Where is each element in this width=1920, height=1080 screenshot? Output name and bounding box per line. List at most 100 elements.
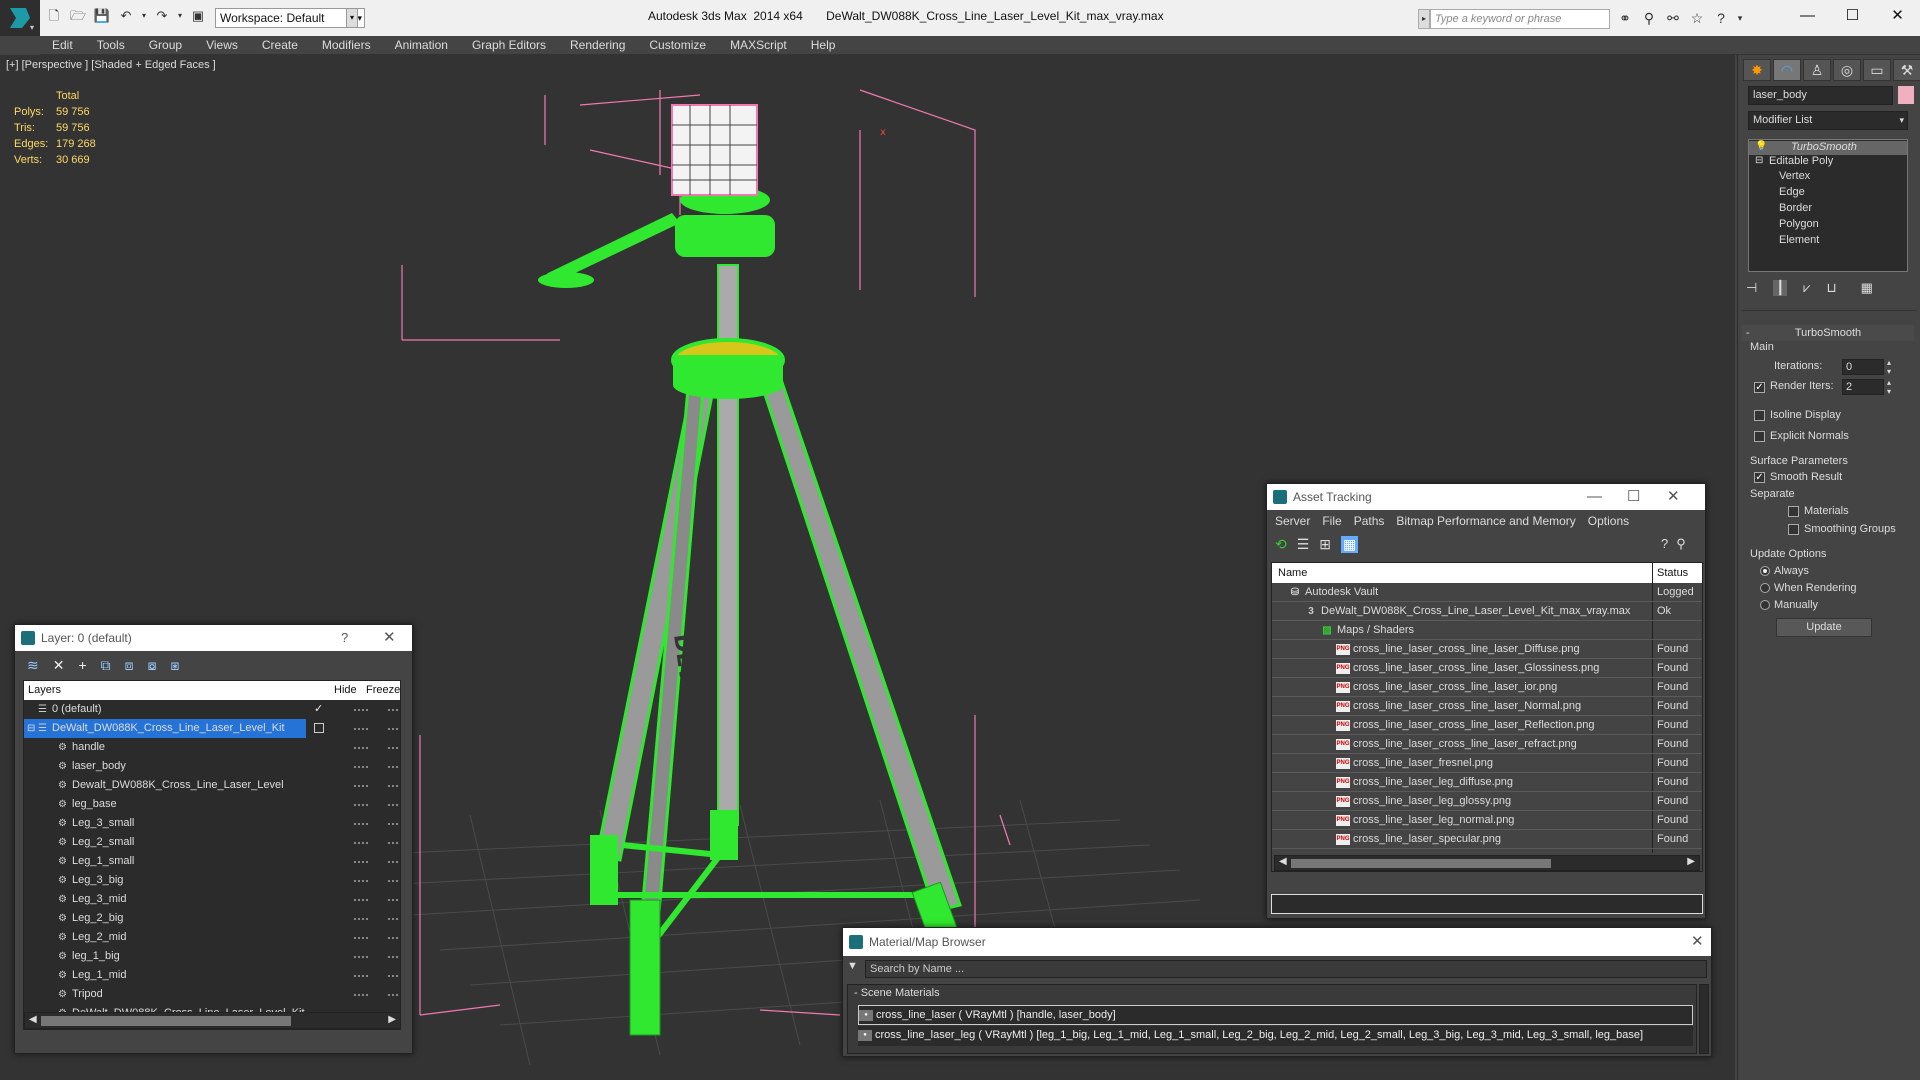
- grid-view-icon[interactable]: ▦: [1341, 536, 1359, 553]
- stack-item-vertex[interactable]: Vertex: [1779, 170, 1810, 182]
- hide-toggle[interactable]: [354, 956, 368, 960]
- select-objects-icon[interactable]: ⧉: [101, 657, 111, 674]
- search-input[interactable]: Type a keyword or phrase: [1430, 9, 1610, 29]
- freeze-toggle[interactable]: [388, 994, 400, 998]
- stack-item-polygon[interactable]: Polygon: [1779, 218, 1819, 230]
- menu-tools[interactable]: Tools: [85, 36, 137, 55]
- menu-modifiers[interactable]: Modifiers: [310, 36, 383, 55]
- hide-toggle[interactable]: [354, 747, 368, 751]
- browser-options-icon[interactable]: ▼: [847, 960, 861, 976]
- current-layer-check-icon[interactable]: ✓: [314, 700, 323, 719]
- table-view-icon[interactable]: ⊞: [1319, 536, 1331, 553]
- show-end-result-icon[interactable]: ┃: [1773, 280, 1788, 296]
- menu-animation[interactable]: Animation: [383, 36, 460, 55]
- menu-customize[interactable]: Customize: [637, 36, 718, 55]
- display-tab-icon[interactable]: ▭: [1863, 59, 1891, 81]
- viewport-label[interactable]: [+] [Perspective ] [Shaded + Edged Faces…: [6, 59, 216, 71]
- asset-row[interactable]: ▨ Maps / Shaders: [1272, 621, 1702, 640]
- close-icon[interactable]: ✕: [383, 625, 396, 651]
- help-icon[interactable]: ?: [1712, 9, 1730, 27]
- menu-graph-editors[interactable]: Graph Editors: [460, 36, 558, 55]
- layer-row[interactable]: ⚙ Dewalt_DW088K_Cross_Line_Laser_Level: [24, 776, 400, 795]
- asset-path-field[interactable]: [1271, 894, 1703, 914]
- freeze-toggle[interactable]: [388, 956, 400, 960]
- close-icon[interactable]: ✕: [1875, 4, 1920, 28]
- column-layers[interactable]: Layers: [28, 681, 61, 700]
- spinner-arrows-icon[interactable]: ▴ ▾: [1887, 358, 1891, 376]
- workspace-dropdown-button[interactable]: ▾: [346, 8, 358, 28]
- new-file-icon[interactable]: 🗋: [44, 6, 64, 26]
- layer-row[interactable]: ⚙ leg_1_big: [24, 947, 400, 966]
- layer-row[interactable]: ⚙ Leg_3_mid: [24, 890, 400, 909]
- scroll-right-icon[interactable]: ▶: [1687, 856, 1695, 867]
- menu-rendering[interactable]: Rendering: [558, 36, 637, 55]
- freeze-all-layers-icon[interactable]: ⧆: [170, 657, 179, 674]
- material-item[interactable]: ● cross_line_laser ( VRayMtl ) [handle, l…: [858, 1005, 1693, 1025]
- explicit-normals-checkbox[interactable]: [1754, 431, 1765, 442]
- freeze-toggle[interactable]: [388, 918, 400, 922]
- pin-stack-icon[interactable]: ⊣: [1746, 280, 1757, 296]
- modifier-list-dropdown[interactable]: Modifier List ▾: [1748, 111, 1908, 130]
- stack-item-edge[interactable]: Edge: [1779, 186, 1805, 198]
- app-menu-button[interactable]: ▾: [0, 0, 40, 36]
- layer-row[interactable]: ⚙ Leg_1_mid: [24, 966, 400, 985]
- menu-help[interactable]: Help: [799, 36, 848, 55]
- layer-row[interactable]: ⊟ ☰ DeWalt_DW088K_Cross_Line_Laser_Level_K…: [24, 719, 400, 738]
- freeze-toggle[interactable]: [388, 766, 400, 770]
- material-browser-titlebar[interactable]: Material/Map Browser ✕: [843, 928, 1711, 956]
- help-icon[interactable]: ?: [341, 625, 348, 651]
- undo-icon[interactable]: ↶: [116, 6, 136, 26]
- close-icon[interactable]: ✕: [1667, 484, 1680, 510]
- freeze-toggle[interactable]: [388, 899, 400, 903]
- asset-row[interactable]: 3 DeWalt_DW088K_Cross_Line_Laser_Level_Ki…: [1272, 602, 1702, 621]
- freeze-toggle[interactable]: [388, 823, 400, 827]
- layer-row[interactable]: ☰ 0 (default) ✓: [24, 700, 400, 719]
- close-icon[interactable]: ✕: [1691, 928, 1704, 956]
- hide-toggle[interactable]: [354, 804, 368, 808]
- spinner-arrows-icon[interactable]: ▴ ▾: [1887, 378, 1891, 396]
- layer-row[interactable]: ⚙ Leg_2_mid: [24, 928, 400, 947]
- menu-edit[interactable]: Edit: [40, 36, 85, 55]
- search-expand-icon[interactable]: ▸: [1418, 9, 1430, 29]
- scrollbar-thumb[interactable]: [41, 1016, 291, 1026]
- asset-row[interactable]: PNG cross_line_laser_leg_normal.png Found: [1272, 811, 1702, 830]
- freeze-toggle[interactable]: [388, 880, 400, 884]
- separate-smoothing-groups-checkbox[interactable]: [1788, 524, 1799, 535]
- asset-row[interactable]: PNG cross_line_laser_fresnel.png Found: [1272, 754, 1702, 773]
- hide-toggle[interactable]: [354, 766, 368, 770]
- make-current-checkbox[interactable]: [314, 723, 324, 733]
- turbosmooth-rollout-header[interactable]: - TurboSmooth: [1742, 325, 1914, 341]
- remove-modifier-icon[interactable]: ⊔: [1827, 280, 1837, 296]
- asset-row[interactable]: PNG cross_line_laser_specular.png Found: [1272, 830, 1702, 849]
- maximize-icon[interactable]: ☐: [1627, 484, 1640, 510]
- iterations-spinner[interactable]: 0: [1842, 359, 1884, 375]
- column-status[interactable]: Status: [1657, 563, 1688, 583]
- freeze-toggle[interactable]: [388, 747, 400, 751]
- subscription-center-icon[interactable]: ⚲: [1640, 9, 1658, 27]
- freeze-toggle[interactable]: [388, 785, 400, 789]
- asset-list[interactable]: Name Status ⛁ Autodesk Vault Logged 3 DeWalt…: [1271, 562, 1703, 872]
- save-icon[interactable]: 💾: [92, 6, 112, 26]
- asset-row[interactable]: PNG cross_line_laser_cross_line_laser_Dif…: [1272, 640, 1702, 659]
- menu-options[interactable]: Options: [1588, 512, 1629, 530]
- scroll-right-icon[interactable]: ▶: [388, 1014, 396, 1025]
- communication-center-icon[interactable]: ⚯: [1664, 9, 1682, 27]
- help-icon[interactable]: ?: [1661, 536, 1668, 552]
- freeze-toggle[interactable]: [388, 804, 400, 808]
- help-dropdown-icon[interactable]: ▾: [1736, 9, 1744, 27]
- refresh-icon[interactable]: ⟲: [1275, 536, 1287, 553]
- collapse-icon[interactable]: ⊟: [27, 719, 35, 738]
- binoculars-icon[interactable]: ⚭: [1616, 9, 1634, 27]
- menu-bitmap-performance[interactable]: Bitmap Performance and Memory: [1396, 512, 1575, 530]
- hide-toggle[interactable]: [354, 861, 368, 865]
- scroll-left-icon[interactable]: ◀: [29, 1014, 37, 1025]
- column-hide[interactable]: Hide: [334, 681, 357, 700]
- asset-row[interactable]: ⛁ Autodesk Vault Logged: [1272, 583, 1702, 602]
- layer-row[interactable]: ⚙ handle: [24, 738, 400, 757]
- object-color-swatch[interactable]: [1898, 86, 1914, 104]
- material-search-input[interactable]: Search by Name ...: [865, 960, 1707, 978]
- maximize-icon[interactable]: ☐: [1830, 4, 1875, 28]
- layer-row[interactable]: ⚙ Leg_2_small: [24, 833, 400, 852]
- motion-tab-icon[interactable]: ◎: [1833, 59, 1861, 81]
- minimize-icon[interactable]: —: [1587, 484, 1602, 510]
